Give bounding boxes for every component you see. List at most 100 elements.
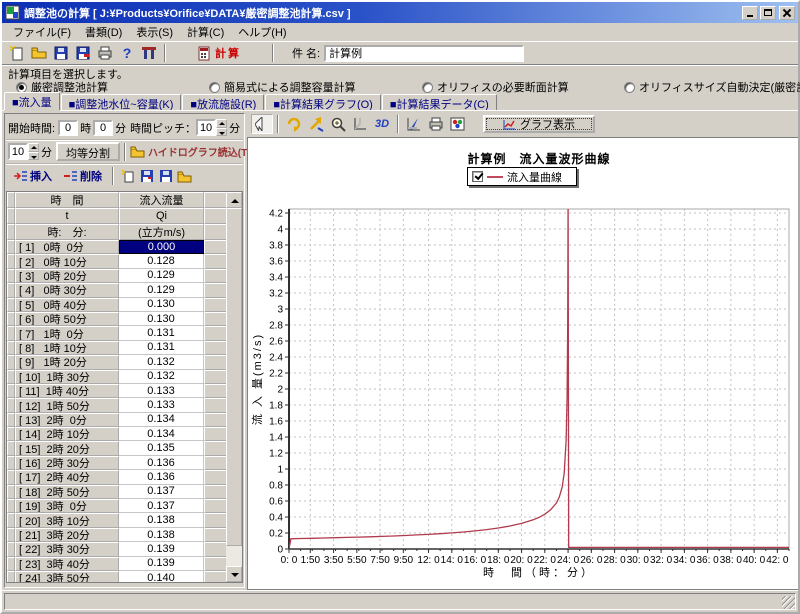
split-down-icon[interactable] [28,152,39,161]
tab-1[interactable]: ■流入量 [4,92,60,110]
inflow-value-cell[interactable]: 0.136 [119,470,204,484]
table-scrollbar[interactable] [226,192,242,582]
inflow-value-cell[interactable]: 0.138 [119,528,204,542]
time-cell[interactable]: [ 17] 2時 40分 [15,470,119,484]
pitch-input[interactable] [196,119,216,136]
time-cell[interactable]: [ 19] 3時 0分 [15,499,119,513]
inflow-value-cell[interactable]: 0.129 [119,283,204,297]
time-cell[interactable]: [ 3] 0時 20分 [15,269,119,283]
inflow-value-cell[interactable]: 0.131 [119,341,204,355]
time-cell[interactable]: [ 20] 3時 10分 [15,513,119,527]
chart-rotate-button[interactable] [283,114,305,134]
pitch-up-icon[interactable] [216,119,227,128]
scroll-up-button[interactable] [226,192,242,208]
menu-item-4[interactable]: 計算(C) [180,23,231,41]
start-hour-input[interactable] [58,120,78,136]
table-new-button[interactable] [118,167,137,185]
inflow-value-cell[interactable]: 0.130 [119,312,204,326]
time-cell[interactable]: [ 24] 3時 50分 [15,571,119,583]
scroll-thumb[interactable] [226,208,242,546]
split-input[interactable] [8,143,28,160]
table-save-button[interactable] [137,167,156,185]
inflow-value-cell[interactable]: 0.139 [119,542,204,556]
time-cell[interactable]: [ 16] 2時 30分 [15,456,119,470]
start-minute-input[interactable] [93,120,113,136]
inflow-value-cell[interactable]: 0.000 [119,240,204,254]
insert-row-button[interactable]: 挿入 [8,165,58,187]
pitch-down-icon[interactable] [216,128,227,137]
time-cell[interactable]: [ 7] 1時 0分 [15,326,119,340]
close-button[interactable] [779,6,795,20]
delete-row-button[interactable]: 削除 [58,165,108,187]
chart-3d-button[interactable]: 3D [371,114,393,134]
time-cell[interactable]: [ 14] 2時 10分 [15,427,119,441]
tab-3[interactable]: ■放流施設(R) [182,94,264,110]
exit-button[interactable] [138,43,160,63]
table-open-button[interactable] [175,167,194,185]
minimize-button[interactable] [742,6,758,20]
inflow-value-cell[interactable]: 0.135 [119,441,204,455]
chart-print-button[interactable] [425,114,447,134]
menu-item-3[interactable]: 表示(S) [129,23,180,41]
chart-move-button[interactable] [305,114,327,134]
inflow-value-cell[interactable]: 0.139 [119,557,204,571]
inflow-value-cell[interactable]: 0.137 [119,499,204,513]
time-cell[interactable]: [ 13] 2時 0分 [15,413,119,427]
inflow-value-cell[interactable]: 0.140 [119,571,204,583]
menu-item-1[interactable]: ファイル(F) [6,23,78,41]
scroll-down-button[interactable] [226,566,242,582]
calc-option-radio-4[interactable]: オリフィスサイズ自動決定(厳密計算) [624,79,800,95]
equal-split-button[interactable]: 均等分割 [56,142,120,161]
inflow-value-cell[interactable]: 0.137 [119,485,204,499]
menu-item-2[interactable]: 書類(D) [78,23,129,41]
time-cell[interactable]: [ 12] 1時 50分 [15,398,119,412]
calculate-button[interactable]: 計算 [170,43,268,63]
inflow-value-cell[interactable]: 0.133 [119,398,204,412]
time-cell[interactable]: [ 5] 0時 40分 [15,298,119,312]
save-button[interactable] [50,43,72,63]
save-as-button[interactable] [72,43,94,63]
chart-zoom-button[interactable] [327,114,349,134]
tab-4[interactable]: ■計算結果グラフ(O) [265,94,381,110]
inflow-value-cell[interactable]: 0.133 [119,384,204,398]
inflow-value-cell[interactable]: 0.132 [119,355,204,369]
inflow-value-cell[interactable]: 0.136 [119,456,204,470]
chart-depth-button[interactable] [349,114,371,134]
inflow-value-cell[interactable]: 0.131 [119,326,204,340]
chart-copy-button[interactable] [447,114,469,134]
time-cell[interactable]: [ 23] 3時 40分 [15,557,119,571]
print-button[interactable] [94,43,116,63]
chart-edit-button[interactable] [403,114,425,134]
time-cell[interactable]: [ 2] 0時 10分 [15,254,119,268]
inflow-value-cell[interactable]: 0.129 [119,269,204,283]
maximize-button[interactable] [760,6,776,20]
help-button[interactable]: ? [116,43,138,63]
tab-5[interactable]: ■計算結果データ(C) [382,94,497,110]
inflow-value-cell[interactable]: 0.132 [119,370,204,384]
open-file-button[interactable] [28,43,50,63]
subject-input[interactable] [324,45,524,62]
inflow-value-cell[interactable]: 0.134 [119,413,204,427]
time-cell[interactable]: [ 11] 1時 40分 [15,384,119,398]
new-file-button[interactable] [6,43,28,63]
inflow-value-cell[interactable]: 0.128 [119,254,204,268]
time-cell[interactable]: [ 15] 2時 20分 [15,441,119,455]
table-save2-button[interactable] [156,167,175,185]
time-cell[interactable]: [ 6] 0時 50分 [15,312,119,326]
time-cell[interactable]: [ 4] 0時 30分 [15,283,119,297]
time-cell[interactable]: [ 10] 1時 30分 [15,370,119,384]
menu-item-5[interactable]: ヘルプ(H) [231,23,293,41]
tab-2[interactable]: ■調整池水位~容量(K) [61,94,182,110]
inflow-value-cell[interactable]: 0.130 [119,298,204,312]
inflow-value-cell[interactable]: 0.138 [119,513,204,527]
graph-display-button[interactable]: グラフ表示 [483,115,595,133]
time-cell[interactable]: [ 8] 1時 10分 [15,341,119,355]
calc-option-radio-3[interactable]: オリフィスの必要断面計算 [422,79,569,95]
time-cell[interactable]: [ 1] 0時 0分 [15,240,119,254]
split-up-icon[interactable] [28,143,39,152]
resize-grip[interactable] [782,596,795,609]
time-cell[interactable]: [ 21] 3時 20分 [15,528,119,542]
chart-cursor-button[interactable] [251,114,273,134]
inflow-value-cell[interactable]: 0.134 [119,427,204,441]
time-cell[interactable]: [ 22] 3時 30分 [15,542,119,556]
